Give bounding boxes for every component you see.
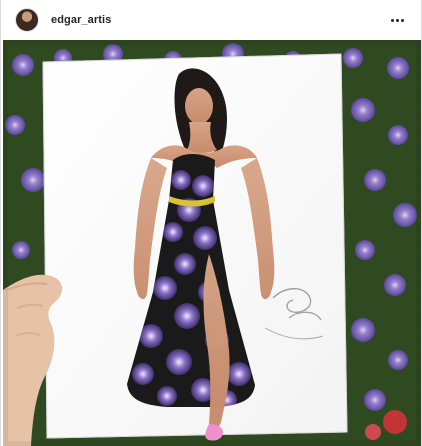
post-photo [3, 40, 421, 446]
post-header: edgar_artis [1, 0, 421, 40]
dot-icon [400, 18, 404, 22]
dot-icon [390, 18, 394, 22]
username-link[interactable]: edgar_artis [51, 14, 111, 26]
instagram-post: edgar_artis [0, 0, 422, 446]
avatar[interactable] [15, 8, 39, 32]
post-image[interactable] [3, 40, 421, 446]
dot-icon [395, 18, 399, 22]
more-options-icon[interactable] [387, 13, 407, 27]
